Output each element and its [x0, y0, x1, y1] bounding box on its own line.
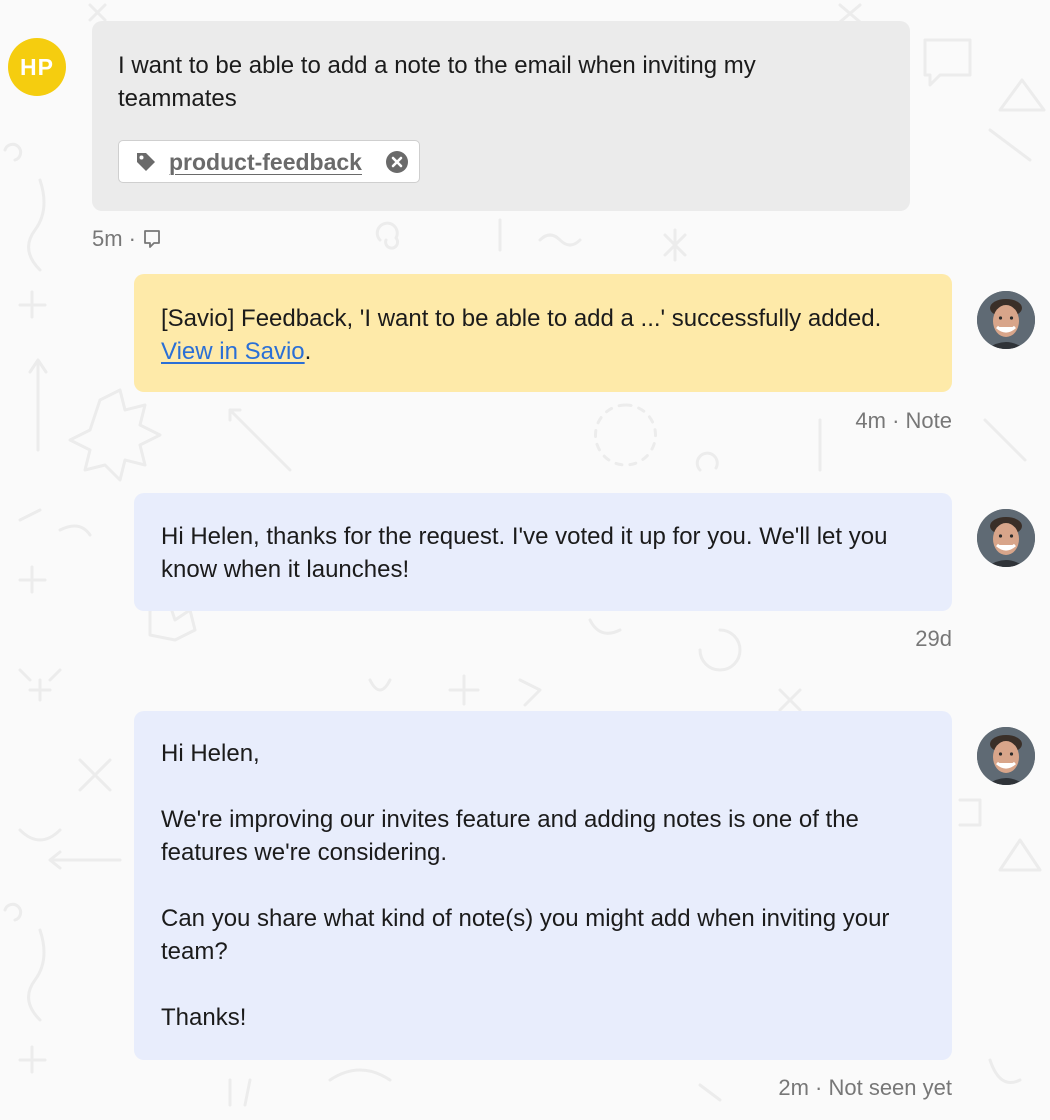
- reply-paragraph: Hi Helen,: [161, 740, 260, 767]
- note-text: [Savio] Feedback, 'I want to be able to …: [161, 302, 921, 368]
- agent-face-icon: [977, 509, 1035, 567]
- note-icon[interactable]: [142, 228, 162, 250]
- user-message-text: I want to be able to add a note to the e…: [118, 52, 756, 112]
- tag-label[interactable]: product-feedback: [169, 147, 362, 177]
- reply-meta: 29d: [915, 626, 952, 651]
- tag-icon: [137, 153, 155, 171]
- reply-text: Hi Helen, thanks for the request. I've v…: [161, 523, 888, 583]
- user-message-time: 5m ·: [92, 226, 136, 251]
- reply-paragraph: Thanks!: [161, 1004, 247, 1031]
- note-text-after: .: [304, 338, 312, 365]
- note-text-before: [Savio] Feedback, 'I want to be able to …: [161, 305, 882, 332]
- agent-face-icon: [977, 727, 1035, 785]
- remove-tag-icon[interactable]: [385, 150, 409, 174]
- reply-bubble: Hi Helen, thanks for the request. I've v…: [134, 493, 952, 611]
- agent-avatar[interactable]: [977, 291, 1035, 349]
- reply-bubble: Hi Helen, We're improving our invites fe…: [134, 711, 952, 1060]
- note-bubble: [Savio] Feedback, 'I want to be able to …: [134, 274, 952, 392]
- tag-chip[interactable]: product-feedback: [118, 140, 420, 183]
- reply-paragraph: Can you share what kind of note(s) you m…: [161, 905, 890, 965]
- reply-text: Hi Helen, We're improving our invites fe…: [161, 737, 936, 1034]
- reply-meta: 2m · Not seen yet: [778, 1075, 952, 1100]
- reply-paragraph: We're improving our invites feature and …: [161, 806, 859, 866]
- agent-avatar[interactable]: [977, 509, 1035, 567]
- agent-avatar[interactable]: [977, 727, 1035, 785]
- note-meta: 4m · Note: [855, 408, 952, 433]
- user-message-meta: 5m ·: [92, 226, 162, 252]
- view-in-savio-link[interactable]: View in Savio: [161, 338, 305, 365]
- agent-face-icon: [977, 291, 1035, 349]
- user-avatar[interactable]: HP: [8, 38, 66, 96]
